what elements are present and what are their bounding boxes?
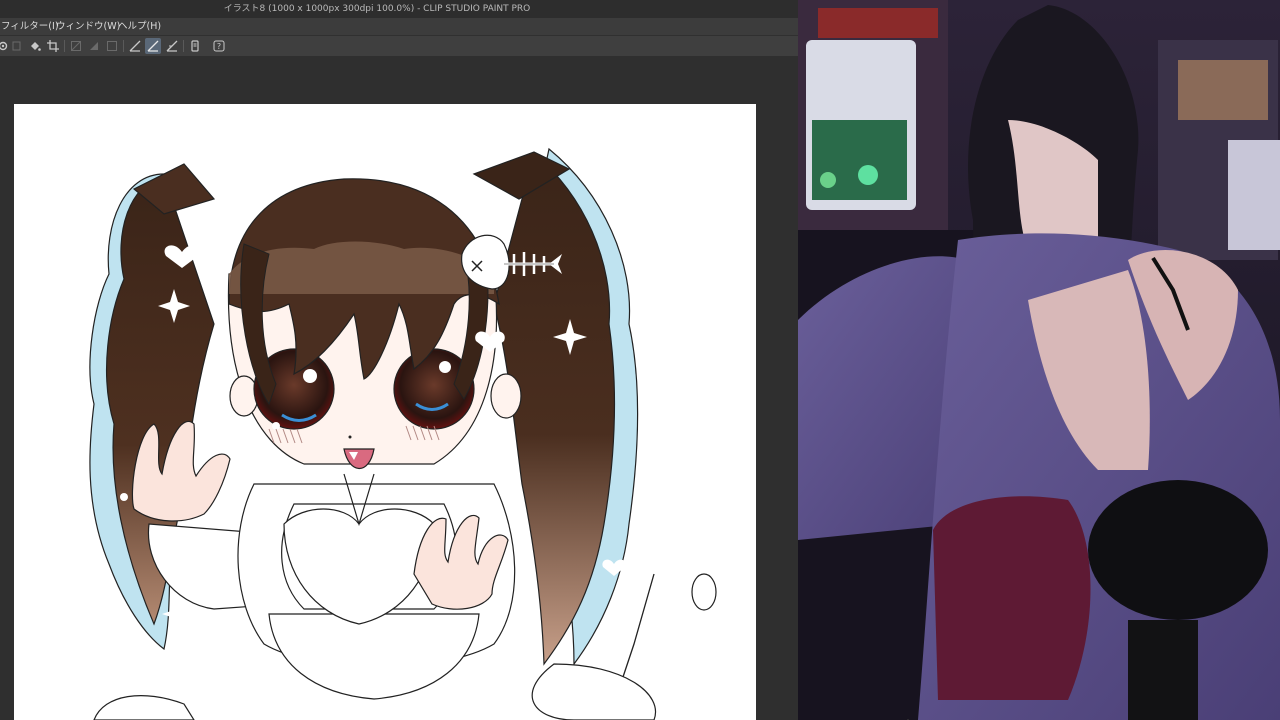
menu-filter[interactable]: フィルター(I) — [1, 18, 59, 35]
menu-help[interactable]: ヘルプ(H) — [118, 18, 161, 35]
chibi-illustration — [89, 147, 717, 720]
drawing-canvas[interactable] — [14, 104, 756, 720]
transform-icon[interactable] — [68, 38, 84, 54]
clip-studio-window: イラスト8 (1000 x 1000px 300dpi 100.0%) - CL… — [0, 0, 798, 720]
pen-icon[interactable] — [127, 38, 143, 54]
help-icon[interactable]: ? — [211, 38, 227, 54]
toolbar-separator — [64, 40, 65, 52]
crop-icon[interactable] — [45, 38, 61, 54]
brush-icon[interactable] — [86, 38, 102, 54]
command-bar: ? — [0, 35, 798, 57]
smooth-icon[interactable] — [104, 38, 120, 54]
webcam-scene — [798, 0, 1280, 720]
phone-icon[interactable] — [187, 38, 203, 54]
ruler-icon[interactable] — [145, 38, 161, 54]
copy-icon[interactable] — [9, 38, 25, 54]
webcam-feed — [798, 0, 1280, 720]
toolbar-separator — [123, 40, 124, 52]
svg-text:?: ? — [217, 42, 221, 51]
fill-icon[interactable] — [27, 38, 43, 54]
window-title: イラスト8 (1000 x 1000px 300dpi 100.0%) - CL… — [223, 4, 531, 14]
toolbar-separator — [183, 40, 184, 52]
menu-bar: フィルター(I) ウィンドウ(W) ヘルプ(H) — [0, 18, 798, 35]
snap-ruler-icon[interactable] — [164, 38, 180, 54]
menu-window[interactable]: ウィンドウ(W) — [56, 18, 120, 35]
title-bar: イラスト8 (1000 x 1000px 300dpi 100.0%) - CL… — [0, 0, 798, 18]
